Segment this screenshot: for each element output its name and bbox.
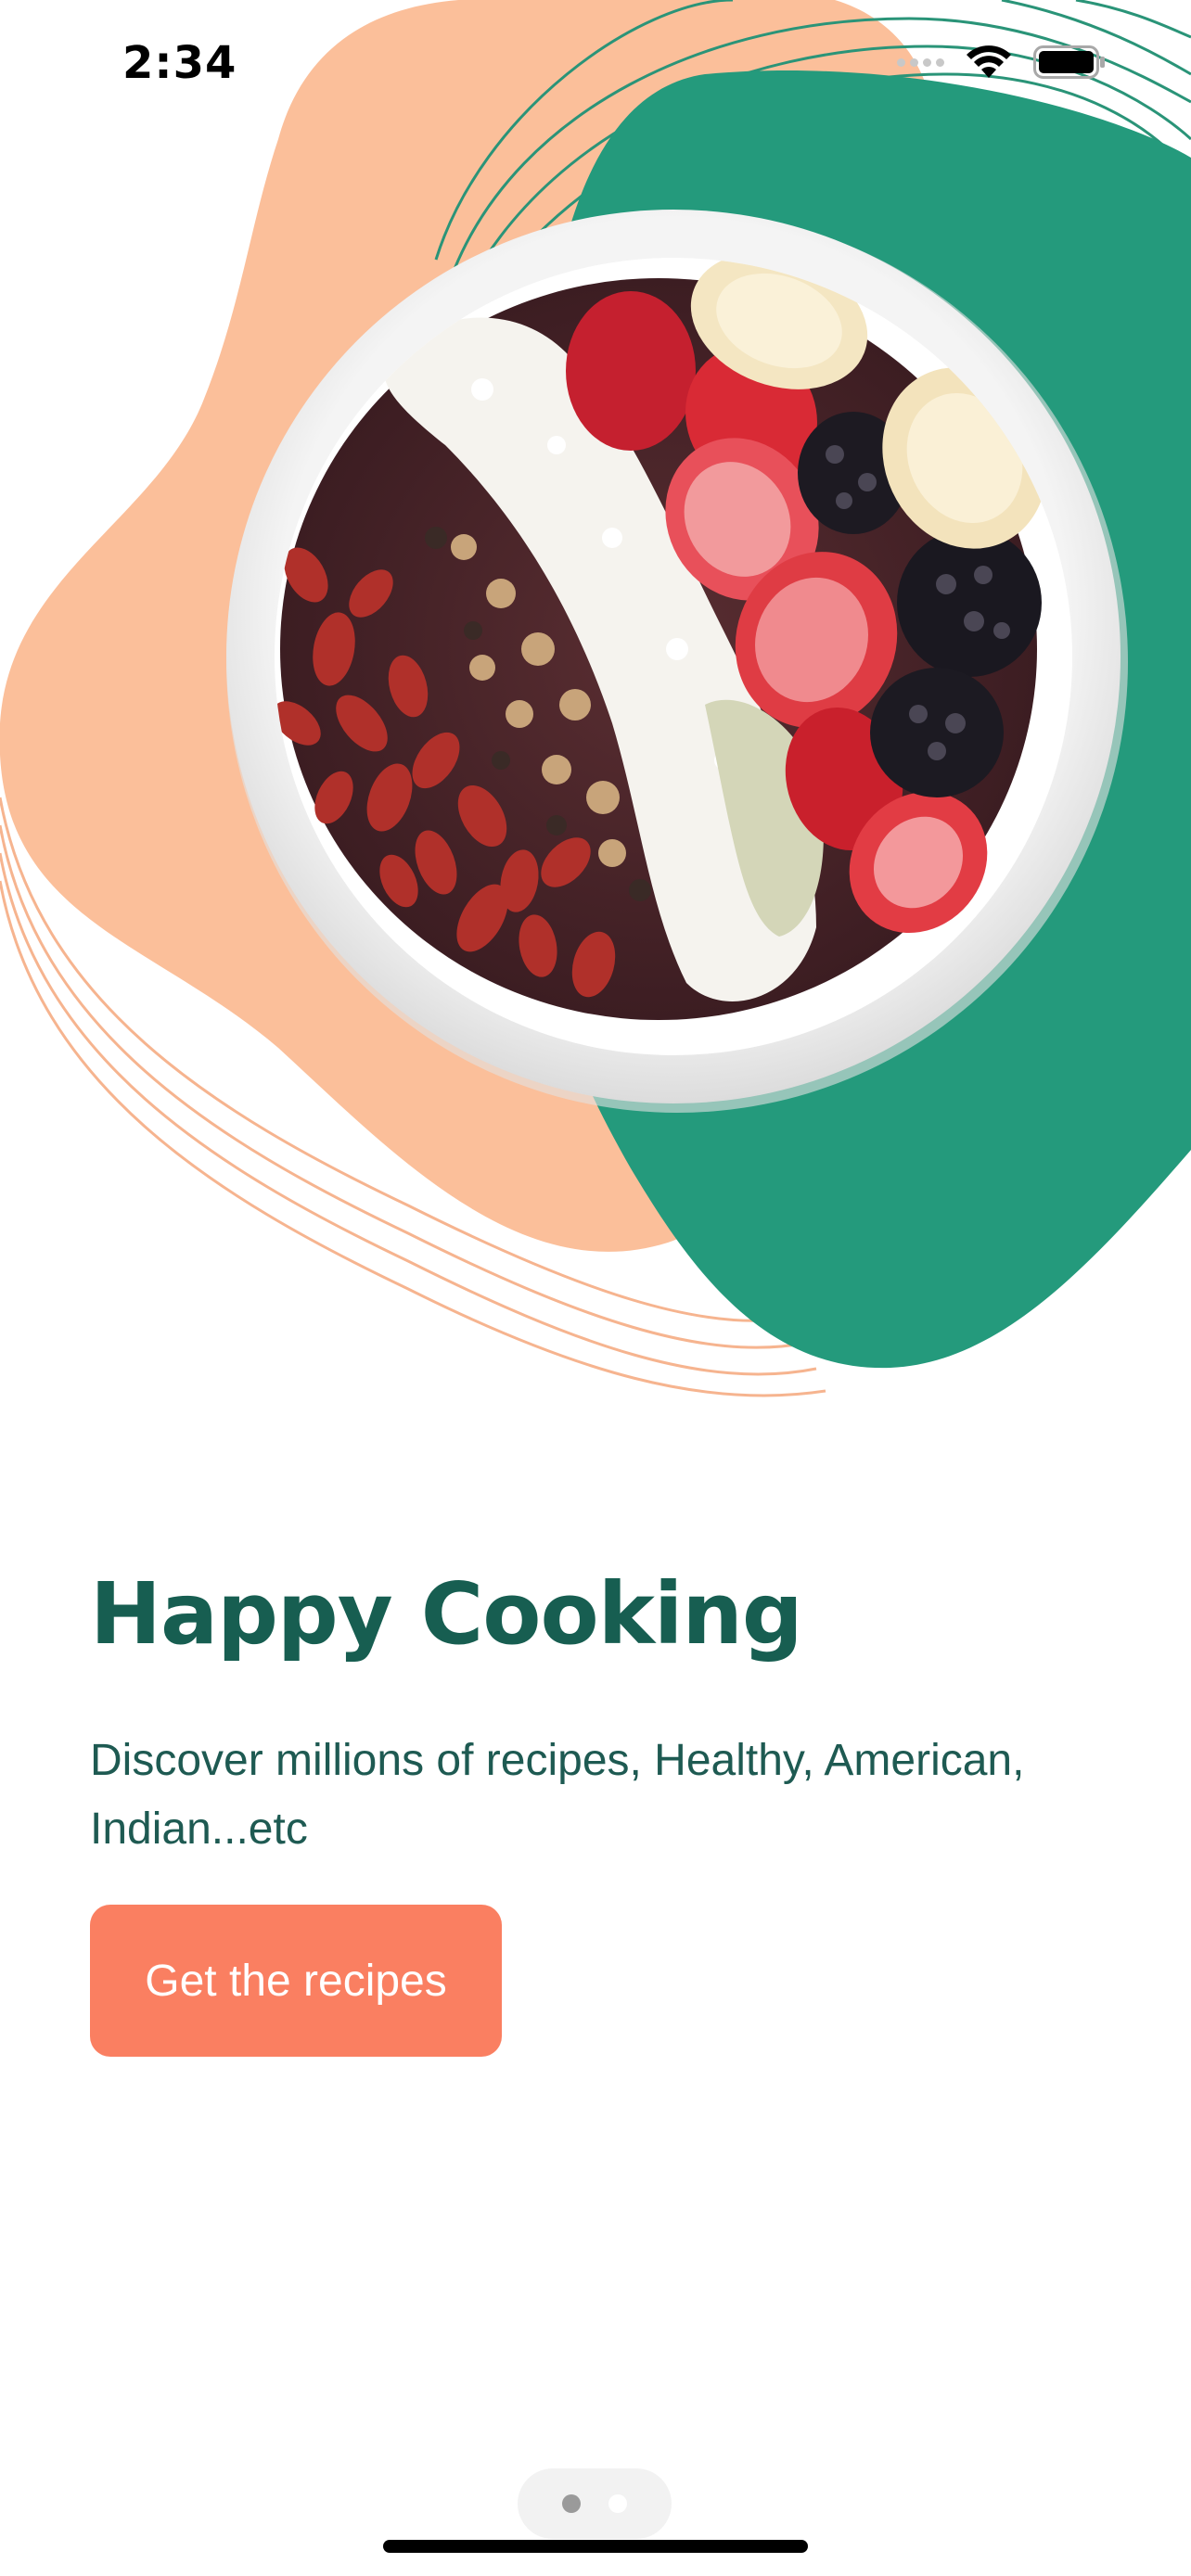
page-title: Happy Cooking [90, 1564, 803, 1664]
status-time: 2:34 [122, 37, 237, 89]
battery-icon [1033, 45, 1106, 79]
page-dot-1[interactable] [562, 2494, 581, 2513]
page-dot-2[interactable] [608, 2494, 627, 2513]
home-indicator[interactable] [383, 2540, 808, 2553]
wifi-icon [965, 45, 1013, 80]
status-bar: 2:34 [0, 0, 1191, 139]
page-subtitle: Discover millions of recipes, Healthy, A… [90, 1736, 1025, 1854]
signal-icon [897, 57, 944, 67]
status-icons [897, 45, 1106, 80]
hero-illustration [0, 0, 1191, 1409]
acai-bowl-image [226, 210, 1128, 1113]
onboarding-screen: 2:34 Happy Cooking Discover millions of … [0, 0, 1191, 2576]
get-recipes-button[interactable]: Get the recipes [90, 1905, 502, 2057]
page-indicator[interactable] [518, 2468, 672, 2539]
